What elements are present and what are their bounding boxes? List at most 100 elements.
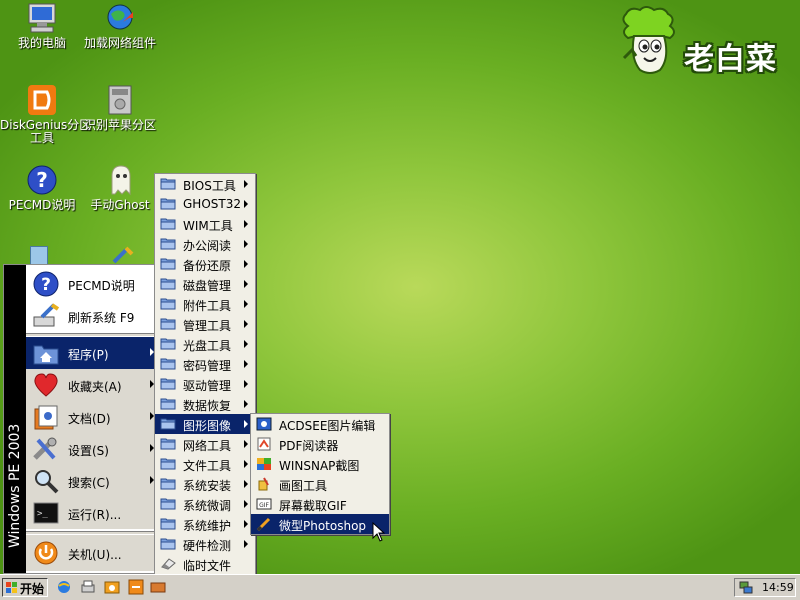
programs-item[interactable]: 文件工具 bbox=[155, 454, 255, 474]
svg-text:GIF: GIF bbox=[259, 502, 269, 509]
eraser-icon bbox=[160, 557, 176, 570]
network-tray-icon[interactable] bbox=[739, 581, 753, 594]
graphics-item-label: PDF阅读器 bbox=[279, 439, 339, 453]
programs-item[interactable]: GHOST32 bbox=[155, 194, 255, 214]
programs-item[interactable]: 硬件检测 bbox=[155, 534, 255, 554]
programs-item[interactable]: 密码管理 bbox=[155, 354, 255, 374]
programs-item[interactable]: 光盘工具 bbox=[155, 334, 255, 354]
graphics-item-label: 微型Photoshop bbox=[279, 519, 367, 533]
submenu-arrow-icon bbox=[244, 420, 248, 428]
desktop-icon-pecmd-help[interactable]: ? PECMD说明 bbox=[0, 164, 84, 212]
programs-item-label: 网络工具 bbox=[183, 439, 232, 453]
desktop-icon-label: 手动Ghost bbox=[90, 198, 150, 212]
desktop-icon-manual-ghost[interactable]: 手动Ghost bbox=[78, 164, 162, 212]
start-item-pecmd-help[interactable]: ? PECMD说明 bbox=[26, 268, 160, 300]
programs-item-label: 硬件检测 bbox=[183, 539, 232, 553]
folder-icon bbox=[160, 297, 176, 310]
submenu-arrow-icon bbox=[244, 300, 248, 308]
folder-icon bbox=[160, 377, 176, 390]
folder-icon bbox=[160, 397, 176, 410]
submenu-arrow-icon bbox=[244, 500, 248, 508]
quicklaunch-tool-icon[interactable] bbox=[150, 579, 166, 595]
programs-item[interactable]: 附件工具 bbox=[155, 294, 255, 314]
help-icon: ? bbox=[25, 164, 59, 196]
start-item-search[interactable]: 搜索(C) bbox=[26, 465, 160, 497]
programs-submenu: BIOS工具 GHOST32 WIM工具办公阅读 备份还原 磁盘管理附件工具 管理工具 光盘… bbox=[154, 173, 256, 595]
start-item-refresh-system[interactable]: 刷新系统 F9 bbox=[26, 300, 160, 332]
start-item-favorites[interactable]: 收藏夹(A) bbox=[26, 369, 160, 401]
programs-item[interactable]: 备份还原 bbox=[155, 254, 255, 274]
gif-capture-icon: GIF bbox=[256, 497, 272, 510]
desktop-icon-label: 识别苹果分区 bbox=[83, 118, 156, 132]
desktop-icon-apple-partition[interactable]: 识别苹果分区 bbox=[78, 84, 162, 132]
submenu-arrow-icon bbox=[244, 400, 248, 408]
diskgenius-icon bbox=[25, 84, 59, 116]
desktop-icon-diskgenius[interactable]: DiskGenius分区 工具 bbox=[0, 84, 92, 145]
graphics-item[interactable]: 微型Photoshop bbox=[251, 514, 389, 534]
programs-item-label: 附件工具 bbox=[183, 299, 232, 313]
programs-item[interactable]: 图形图像 bbox=[155, 414, 255, 434]
submenu-arrow-icon bbox=[244, 540, 248, 548]
refresh-brush-icon bbox=[32, 303, 60, 329]
programs-item[interactable]: 临时文件 bbox=[155, 554, 255, 574]
shutdown-icon bbox=[32, 540, 60, 566]
programs-item[interactable]: BIOS工具 bbox=[155, 174, 255, 194]
graphics-item[interactable]: GIF 屏幕截取GIF bbox=[251, 494, 389, 514]
start-item-label: 程序(P) bbox=[68, 348, 109, 362]
programs-item[interactable]: 数据恢复 bbox=[155, 394, 255, 414]
quicklaunch-folder-icon[interactable] bbox=[104, 579, 120, 595]
graphics-item[interactable]: ACDSEE图片编辑 bbox=[251, 414, 389, 434]
programs-item-label: 驱动管理 bbox=[183, 379, 232, 393]
programs-item-label: 办公阅读 bbox=[183, 239, 232, 253]
quicklaunch-explorer-icon[interactable] bbox=[56, 579, 72, 595]
start-menu-banner-text: Windows PE 2003 bbox=[7, 423, 23, 548]
programs-item[interactable]: 办公阅读 bbox=[155, 234, 255, 254]
folder-icon bbox=[160, 417, 176, 430]
acdsee-icon bbox=[256, 417, 272, 431]
graphics-item[interactable]: PDF阅读器 bbox=[251, 434, 389, 454]
desktop-icon-my-computer[interactable]: 我的电脑 bbox=[0, 2, 84, 50]
submenu-arrow-icon bbox=[244, 340, 248, 348]
start-item-label: 文档(D) bbox=[68, 412, 111, 426]
submenu-arrow-icon bbox=[244, 200, 248, 208]
programs-item-label: 数据恢复 bbox=[183, 399, 232, 413]
programs-item[interactable]: 系统微调 bbox=[155, 494, 255, 514]
apple-partition-icon bbox=[103, 84, 137, 116]
programs-item[interactable]: 驱动管理 bbox=[155, 374, 255, 394]
brand-logo: 老白菜 bbox=[612, 4, 798, 77]
quicklaunch-printer-icon[interactable] bbox=[80, 579, 96, 595]
graphics-item[interactable]: 画图工具 bbox=[251, 474, 389, 494]
start-button[interactable]: 开始 bbox=[2, 578, 48, 597]
desktop-icon-label: PECMD说明 bbox=[8, 198, 76, 212]
graphics-item-label: WINSNAP截图 bbox=[279, 459, 360, 473]
start-item-settings[interactable]: 设置(S) bbox=[26, 433, 160, 465]
graphics-submenu: ACDSEE图片编辑 PDF阅读器 WINSNAP截图 画图工具 GIF 屏幕截取GIF 微… bbox=[250, 413, 390, 535]
start-item-shutdown[interactable]: 关机(U)... bbox=[26, 535, 160, 571]
graphics-item[interactable]: WINSNAP截图 bbox=[251, 454, 389, 474]
programs-item[interactable]: WIM工具 bbox=[155, 214, 255, 234]
submenu-arrow-icon bbox=[244, 240, 248, 248]
submenu-arrow-icon bbox=[244, 260, 248, 268]
programs-item[interactable]: 系统安装 bbox=[155, 474, 255, 494]
start-item-run[interactable]: >_ 运行(R)... bbox=[26, 497, 160, 529]
quicklaunch-app-icon[interactable] bbox=[128, 579, 144, 595]
folder-icon bbox=[160, 277, 176, 290]
programs-item[interactable]: 磁盘管理 bbox=[155, 274, 255, 294]
graphics-item-label: 屏幕截取GIF bbox=[279, 499, 347, 513]
folder-icon bbox=[160, 217, 176, 230]
start-item-programs[interactable]: 程序(P) bbox=[26, 337, 160, 369]
folder-icon bbox=[160, 337, 176, 350]
svg-text:?: ? bbox=[36, 168, 48, 192]
submenu-arrow-icon bbox=[244, 460, 248, 468]
graphics-item-label: ACDSEE图片编辑 bbox=[279, 419, 376, 433]
programs-item[interactable]: 管理工具 bbox=[155, 314, 255, 334]
paint-icon bbox=[256, 477, 272, 491]
folder-icon bbox=[160, 317, 176, 330]
desktop-icon-load-network[interactable]: 加载网络组件 bbox=[78, 2, 162, 50]
desktop-icon-label: DiskGenius分区 工具 bbox=[0, 118, 92, 145]
taskbar: 开始 14:59 bbox=[0, 574, 800, 600]
programs-item[interactable]: 系统维护 bbox=[155, 514, 255, 534]
programs-item[interactable]: 网络工具 bbox=[155, 434, 255, 454]
start-item-documents[interactable]: 文档(D) bbox=[26, 401, 160, 433]
submenu-arrow-icon bbox=[244, 220, 248, 228]
